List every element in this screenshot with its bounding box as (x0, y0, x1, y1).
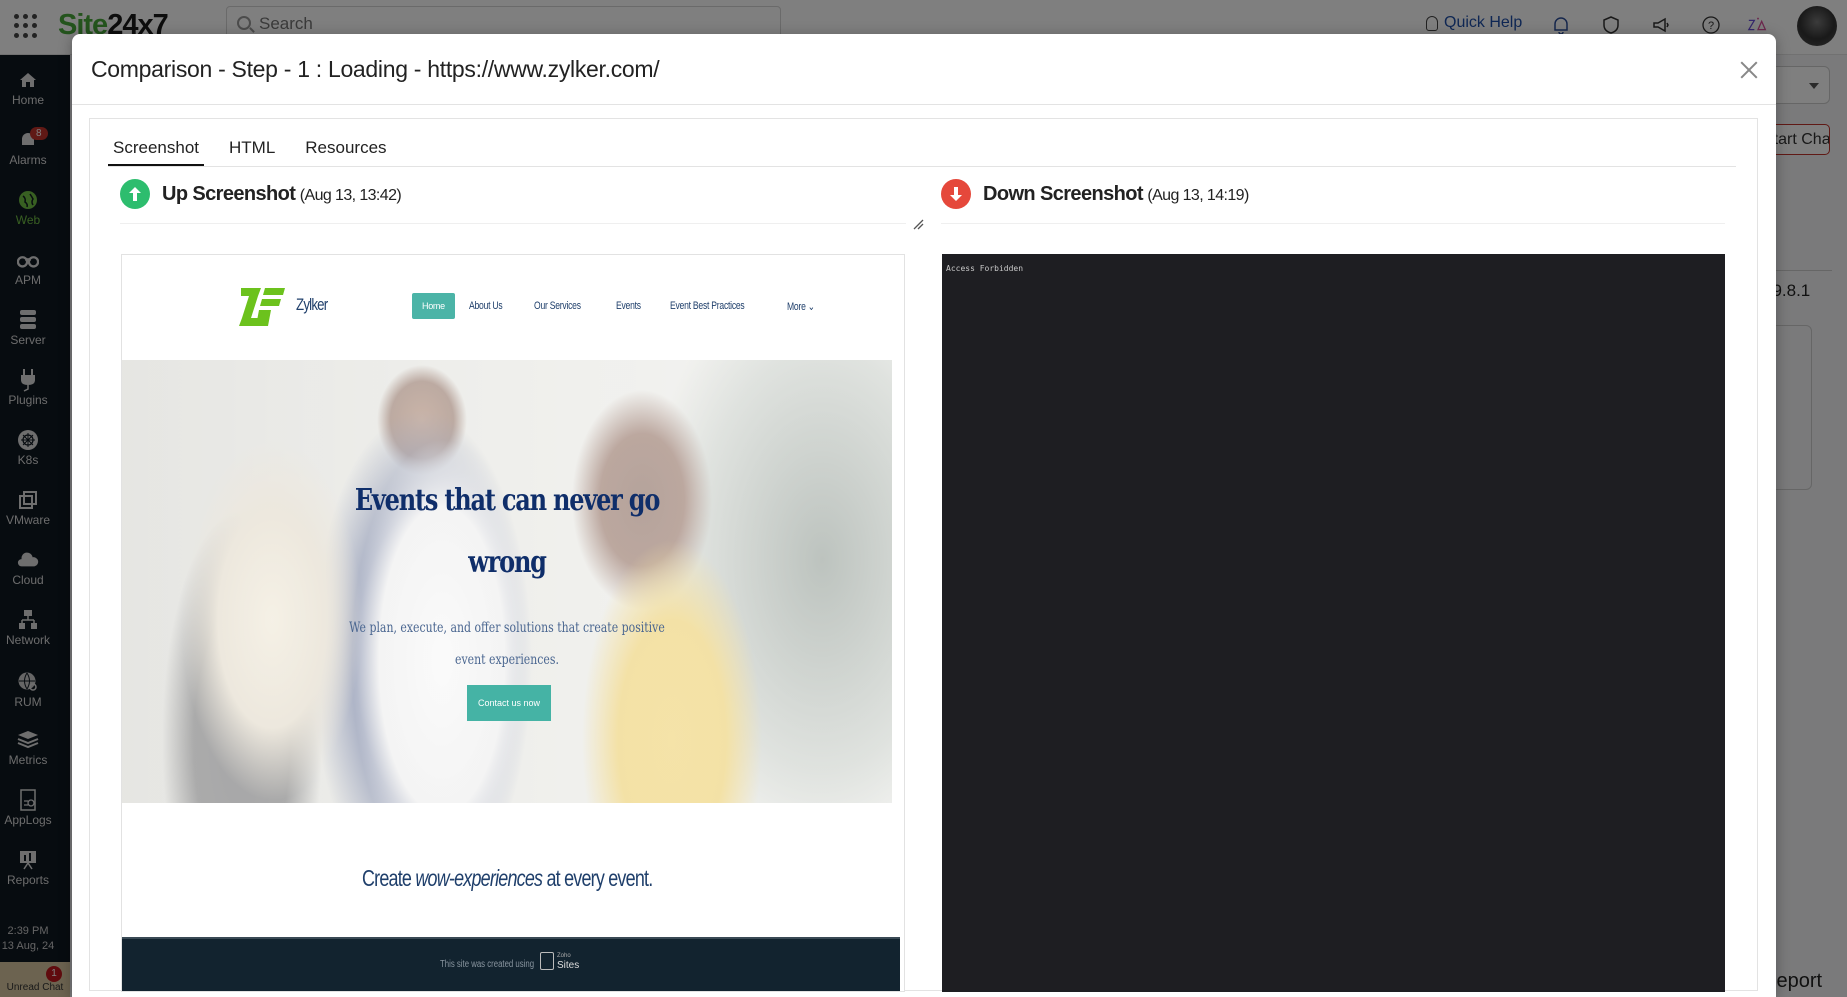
tab-screenshot[interactable]: Screenshot (108, 136, 204, 166)
zylker-hero-image: Events that can never go wrong We plan, … (122, 360, 892, 803)
zylker-menu: Home About Us Our Services Events Event … (412, 293, 845, 319)
modal-header-divider (72, 104, 1776, 105)
down-screenshot-title: Down Screenshot (983, 182, 1144, 205)
down-header-divider (941, 223, 1725, 224)
zylker-hero-subtitle: We plan, execute, and offer solutions th… (349, 620, 665, 668)
zoho-sites-icon (540, 952, 554, 970)
arrow-down-icon (941, 179, 971, 209)
zylker-brand: Zylker (296, 295, 328, 314)
arrow-up-icon (120, 179, 150, 209)
modal-title: Comparison - Step - 1 : Loading - https:… (91, 56, 660, 82)
zylker-footer-text: This site was created using (440, 959, 535, 970)
zylker-menu-best-practices: Event Best Practices (669, 300, 745, 312)
zylker-footer: This site was created using Zoho Sites (122, 937, 900, 991)
zylker-logo-icon (239, 286, 285, 328)
down-screenshot-header: Down Screenshot (Aug 13, 14:19) (941, 179, 1249, 209)
up-screenshot-time: (Aug 13, 13:42) (299, 186, 402, 204)
zylker-menu-events: Events (615, 300, 641, 312)
tab-html[interactable]: HTML (224, 136, 280, 166)
up-screenshot-header: Up Screenshot (Aug 13, 13:42) (120, 179, 402, 209)
resize-handle-icon[interactable] (912, 217, 924, 230)
zylker-tagline: Create wow-experiences at every event. (361, 865, 653, 891)
down-screenshot-time: (Aug 13, 14:19) (1147, 186, 1249, 204)
tab-bar: Screenshot HTML Resources (108, 136, 412, 166)
zylker-contact-button: Contact us now (467, 685, 551, 721)
zylker-navbar: Zylker Home About Us Our Services Events… (122, 255, 904, 360)
tab-divider (108, 166, 1736, 167)
zylker-menu-services: Our Services (533, 300, 581, 312)
tab-resources[interactable]: Resources (300, 136, 391, 166)
access-forbidden-text: Access Forbidden (946, 264, 1024, 273)
zylker-menu-home: Home (412, 293, 455, 319)
zylker-menu-more: More ⌄ (787, 300, 815, 313)
down-screenshot-image: Access Forbidden (942, 254, 1725, 992)
comparison-modal: Comparison - Step - 1 : Loading - https:… (72, 34, 1776, 997)
comparison-panel: Screenshot HTML Resources Up Screenshot … (89, 118, 1758, 992)
zoho-sites-logo: Zoho Sites (540, 952, 579, 971)
up-header-divider (120, 223, 906, 224)
close-icon[interactable] (1735, 56, 1763, 84)
up-screenshot-image: Zylker Home About Us Our Services Events… (121, 254, 905, 992)
up-screenshot-title: Up Screenshot (162, 182, 296, 205)
zylker-hero-title: Events that can never go wrong (354, 483, 661, 580)
zylker-menu-about: About Us (468, 300, 503, 312)
